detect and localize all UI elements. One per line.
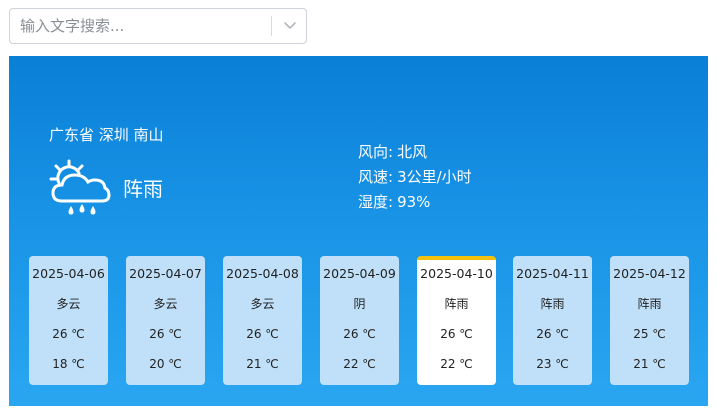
forecast-low: 22 ℃ <box>440 357 473 371</box>
forecast-day-card-selected[interactable]: 2025-04-10 阵雨 26 ℃ 22 ℃ <box>417 256 496 385</box>
search-input[interactable] <box>20 9 268 43</box>
forecast-list: 2025-04-06 多云 26 ℃ 18 ℃ 2025-04-07 多云 26… <box>29 256 689 386</box>
location-label: 广东省 深圳 南山 <box>49 126 164 144</box>
forecast-condition: 阵雨 <box>540 297 565 311</box>
forecast-low: 23 ℃ <box>536 357 569 371</box>
forecast-date: 2025-04-08 <box>226 266 299 281</box>
forecast-date: 2025-04-10 <box>420 266 493 281</box>
forecast-condition: 阴 <box>353 297 366 311</box>
forecast-condition: 多云 <box>250 297 275 311</box>
forecast-high: 26 ℃ <box>343 327 376 341</box>
weather-details: 风向: 北风 风速: 3公里/小时 湿度: 93% <box>358 140 472 215</box>
current-condition: 阵雨 <box>123 177 163 201</box>
forecast-day-card[interactable]: 2025-04-07 多云 26 ℃ 20 ℃ <box>126 256 205 385</box>
forecast-date: 2025-04-11 <box>516 266 589 281</box>
search-select[interactable] <box>9 8 307 44</box>
forecast-condition: 多云 <box>56 297 81 311</box>
forecast-condition: 多云 <box>153 297 178 311</box>
forecast-condition: 阵雨 <box>637 297 662 311</box>
forecast-high: 26 ℃ <box>536 327 569 341</box>
weather-panel: 广东省 深圳 南山 阵雨 风向: 北风 风速: 3公里/小时 湿度: 93% 2… <box>9 56 708 406</box>
wind-speed-row: 风速: 3公里/小时 <box>358 165 472 190</box>
forecast-high: 26 ℃ <box>149 327 182 341</box>
forecast-high: 26 ℃ <box>440 327 473 341</box>
forecast-low: 22 ℃ <box>343 357 376 371</box>
wind-direction-value: 北风 <box>397 143 428 161</box>
wind-speed-label: 风速: <box>358 168 394 186</box>
forecast-condition: 阵雨 <box>444 297 469 311</box>
forecast-date: 2025-04-06 <box>32 266 105 281</box>
chevron-down-icon[interactable] <box>280 17 300 35</box>
forecast-day-card[interactable]: 2025-04-12 阵雨 25 ℃ 21 ℃ <box>610 256 689 385</box>
forecast-low: 18 ℃ <box>52 357 85 371</box>
forecast-high: 26 ℃ <box>52 327 85 341</box>
forecast-low: 20 ℃ <box>149 357 182 371</box>
forecast-low: 21 ℃ <box>633 357 666 371</box>
humidity-value: 93% <box>397 193 431 211</box>
forecast-high: 25 ℃ <box>633 327 666 341</box>
forecast-date: 2025-04-09 <box>323 266 396 281</box>
forecast-date: 2025-04-12 <box>613 266 686 281</box>
rain-cloud-icon <box>49 159 111 215</box>
wind-direction-row: 风向: 北风 <box>358 140 472 165</box>
humidity-row: 湿度: 93% <box>358 190 472 215</box>
humidity-label: 湿度: <box>358 193 394 211</box>
search-separator <box>271 16 272 36</box>
forecast-day-card[interactable]: 2025-04-06 多云 26 ℃ 18 ℃ <box>29 256 108 385</box>
forecast-date: 2025-04-07 <box>129 266 202 281</box>
forecast-day-card[interactable]: 2025-04-11 阵雨 26 ℃ 23 ℃ <box>513 256 592 385</box>
forecast-day-card[interactable]: 2025-04-09 阴 26 ℃ 22 ℃ <box>320 256 399 385</box>
forecast-day-card[interactable]: 2025-04-08 多云 26 ℃ 21 ℃ <box>223 256 302 385</box>
wind-direction-label: 风向: <box>358 143 394 161</box>
forecast-low: 21 ℃ <box>246 357 279 371</box>
forecast-high: 26 ℃ <box>246 327 279 341</box>
wind-speed-value: 3公里/小时 <box>397 168 472 186</box>
